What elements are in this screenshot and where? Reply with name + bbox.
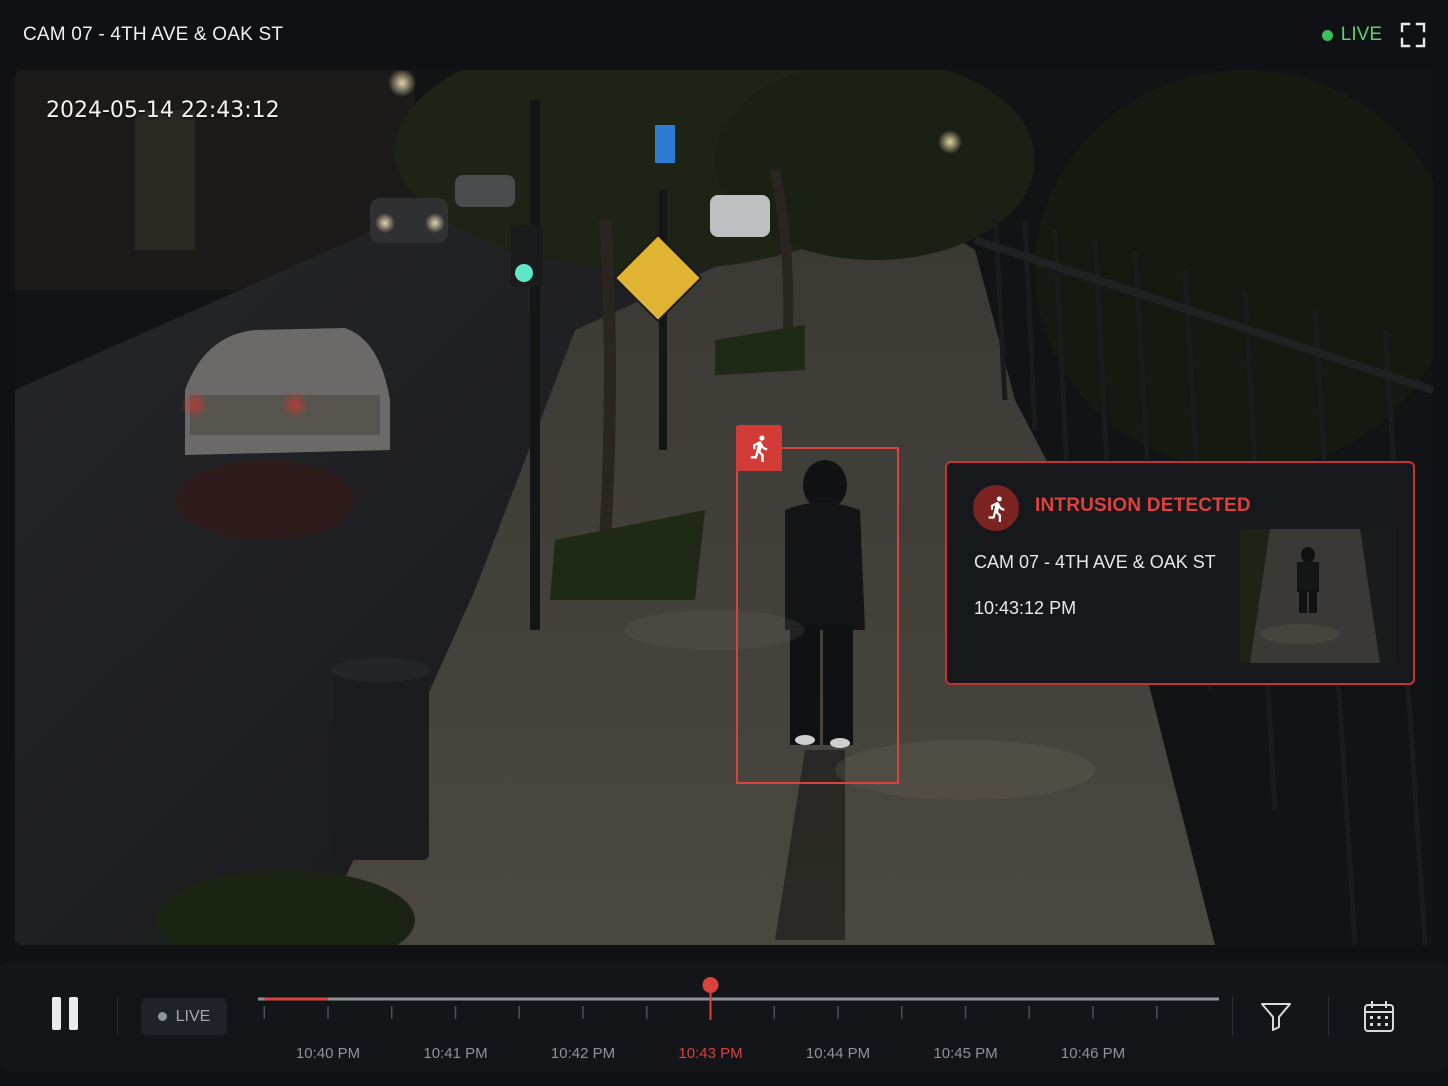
- timeline-scrubber[interactable]: 10:40 PM 10:41 PM 10:42 PM 10:43 PM 10:44 PM…: [255, 974, 1225, 1064]
- timeline-tick-label: 10:40 PM: [296, 1045, 360, 1062]
- calendar-icon[interactable]: [1360, 997, 1398, 1035]
- pause-icon-bar-left: [52, 997, 61, 1030]
- camera-viewer: CAM 07 - 4TH AVE & OAK ST LIVE 2024-05-1…: [0, 0, 1448, 1086]
- divider: [1328, 997, 1329, 1035]
- pause-icon-bar-right: [69, 997, 78, 1030]
- camera-title: CAM 07 - 4TH AVE & OAK ST: [23, 24, 284, 45]
- detection-bounding-box[interactable]: [736, 447, 899, 784]
- playback-controls: LIVE 10:40 PM 10:41 PM 10:42 PM 10:43 PM 10:…: [0, 962, 1448, 1072]
- snapshot-image: [1240, 529, 1396, 663]
- timeline-tick-label: 10:43 PM: [678, 1045, 742, 1062]
- go-live-label: LIVE: [175, 1007, 211, 1025]
- detection-tag[interactable]: [736, 425, 782, 471]
- alert-camera-name: CAM 07 - 4TH AVE & OAK ST: [974, 552, 1216, 572]
- video-feed[interactable]: 2024-05-14 22:43:12 INTRUSION DETECTED C…: [15, 70, 1433, 945]
- timeline-tick-label: 10:44 PM: [806, 1045, 870, 1062]
- go-live-button[interactable]: LIVE: [141, 998, 227, 1035]
- intrusion-alert-card[interactable]: INTRUSION DETECTED CAM 07 - 4TH AVE & OA…: [945, 461, 1415, 685]
- running-person-icon: [750, 435, 768, 462]
- header: CAM 07 - 4TH AVE & OAK ST LIVE: [0, 0, 1448, 70]
- video-timestamp: 2024-05-14 22:43:12: [46, 98, 280, 123]
- filter-icon[interactable]: [1258, 998, 1294, 1034]
- live-dot-icon: [1321, 29, 1333, 41]
- running-person-icon: [988, 495, 1004, 522]
- fullscreen-icon[interactable]: [1400, 22, 1426, 48]
- alert-time: 10:43:12 PM: [974, 598, 1077, 618]
- live-status-label: LIVE: [1340, 24, 1382, 45]
- timeline-tick-label: 10:41 PM: [423, 1045, 487, 1062]
- timeline-tick-label: 10:46 PM: [1061, 1045, 1125, 1062]
- divider: [1232, 997, 1233, 1035]
- live-dot-icon: [157, 1012, 167, 1021]
- timeline-tick-label: 10:42 PM: [551, 1045, 615, 1062]
- alert-title: INTRUSION DETECTED: [1035, 495, 1251, 516]
- live-status: LIVE: [1321, 24, 1382, 46]
- timeline-tick-label: 10:45 PM: [933, 1045, 997, 1062]
- divider: [117, 997, 118, 1035]
- alert-icon-badge: [973, 485, 1019, 531]
- alert-snapshot-thumbnail[interactable]: [1240, 529, 1396, 663]
- pause-button[interactable]: [52, 997, 82, 1033]
- header-actions: LIVE: [1321, 22, 1426, 48]
